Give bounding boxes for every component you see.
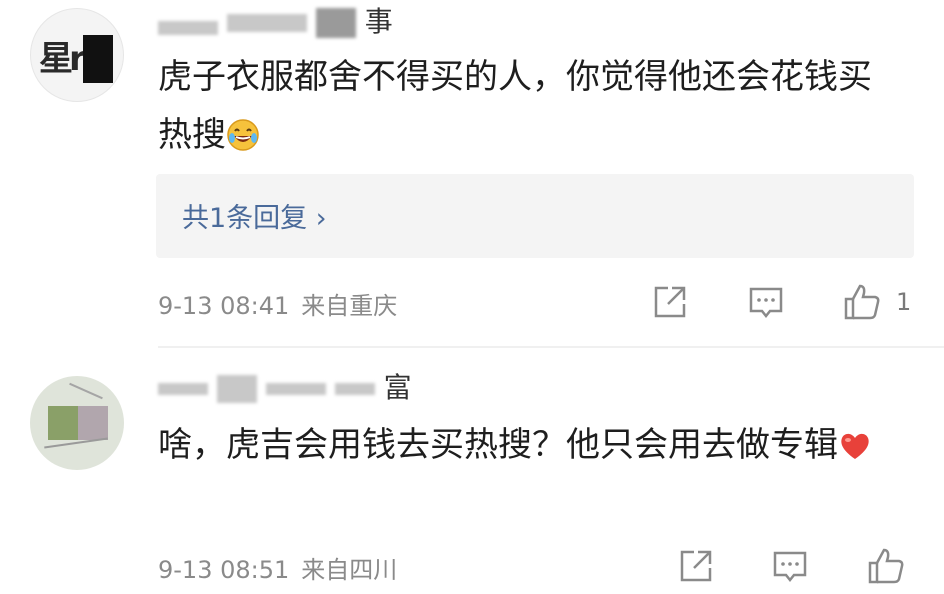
- comment-divider: [158, 346, 944, 348]
- laughing-tears-icon: [226, 112, 260, 170]
- comment-body: 虎子衣服都舍不得买的人，你觉得他还会花钱买热搜: [158, 57, 872, 155]
- red-heart-icon: [838, 422, 872, 480]
- comment-location: 来自重庆: [301, 292, 398, 320]
- username[interactable]: 富: [158, 366, 412, 406]
- comment-location: 来自四川: [301, 556, 398, 584]
- username-visible-char: 富: [383, 371, 412, 404]
- comment-meta: 9-13 08:51 来自四川: [158, 550, 397, 585]
- avatar-redaction: [78, 406, 108, 440]
- avatar-redaction: [83, 35, 113, 83]
- avatar-redaction: [48, 406, 78, 440]
- share-icon[interactable]: [652, 284, 688, 324]
- like-icon[interactable]: [866, 546, 906, 590]
- redacted-name: [334, 383, 375, 395]
- redacted-name: [265, 383, 326, 395]
- comment-date: 9-13 08:51: [158, 556, 290, 584]
- redacted-name: [216, 375, 257, 403]
- user-avatar[interactable]: [30, 376, 124, 470]
- comment-meta: 9-13 08:41 来自重庆: [158, 286, 397, 321]
- redacted-name: [158, 21, 218, 35]
- avatar-sketch-line: [69, 382, 103, 400]
- comment-date: 9-13 08:41: [158, 292, 290, 320]
- username[interactable]: 事: [158, 0, 393, 40]
- view-replies-button[interactable]: 共1条回复 ›: [156, 174, 914, 258]
- avatar-text: 星r: [39, 39, 86, 79]
- redacted-name: [226, 14, 307, 32]
- like-count: 1: [896, 288, 912, 316]
- comment-icon[interactable]: [772, 548, 808, 588]
- redacted-name: [158, 383, 208, 395]
- username-visible-char: 事: [364, 5, 393, 38]
- view-replies-label: 共1条回复 ›: [182, 203, 327, 234]
- like-icon[interactable]: [842, 282, 882, 326]
- comment-text: 啥，虎吉会用钱去买热搜？他只会用去做专辑: [158, 416, 898, 480]
- comment-icon[interactable]: [748, 284, 784, 324]
- redacted-name: [315, 8, 356, 38]
- user-avatar[interactable]: 星r: [30, 8, 124, 102]
- comment-body: 啥，虎吉会用钱去买热搜？他只会用去做专辑: [158, 425, 838, 465]
- comment-text: 虎子衣服都舍不得买的人，你觉得他还会花钱买热搜: [158, 48, 898, 170]
- share-icon[interactable]: [678, 548, 714, 588]
